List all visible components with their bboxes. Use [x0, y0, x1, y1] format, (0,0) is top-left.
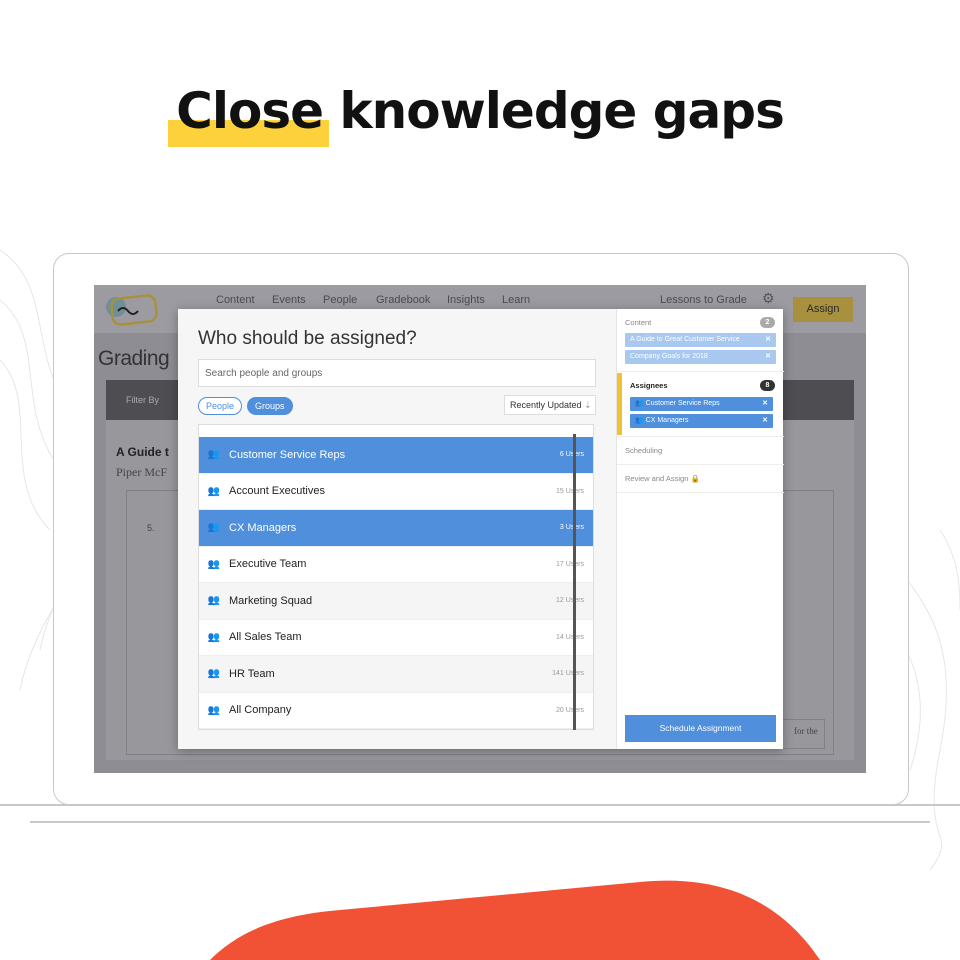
nav-gradebook[interactable]: Gradebook — [376, 294, 430, 306]
assignees-count-badge: 8 — [760, 380, 775, 391]
search-input[interactable]: Search people and groups — [198, 359, 596, 387]
nav-people[interactable]: People — [323, 294, 357, 306]
modal-title: Who should be assigned? — [198, 328, 417, 349]
remove-icon[interactable]: ✕ — [762, 397, 768, 411]
group-row[interactable]: 👥 All Company 20 Users — [199, 693, 593, 729]
group-name: Executive Team — [229, 558, 307, 571]
group-row[interactable]: 👥 Marketing Squad 12 Users — [199, 583, 593, 620]
group-row[interactable]: 👥 HR Team 141 Users — [199, 656, 593, 693]
group-icon: 👥 — [207, 522, 221, 534]
scheduling-step[interactable]: Scheduling — [625, 446, 662, 455]
logo-icon — [106, 294, 158, 326]
assignee-chip: 👥 CX Managers ✕ — [630, 414, 773, 428]
list-scrollbar[interactable] — [573, 434, 576, 730]
remove-icon[interactable]: ✕ — [762, 414, 768, 428]
active-step-indicator — [617, 373, 622, 435]
group-name: CX Managers — [229, 521, 297, 534]
decorative-orange-blob — [210, 880, 820, 960]
content-label: Content — [625, 318, 652, 327]
group-name: HR Team — [229, 667, 275, 680]
page-title: Grading — [98, 347, 170, 370]
assign-button[interactable]: Assign — [793, 297, 853, 322]
divider — [617, 436, 784, 437]
content-count-badge: 2 — [760, 317, 775, 328]
group-list: 👥 Customer Service Reps 6 Users 👥 Account Ex… — [198, 424, 594, 730]
nav-events[interactable]: Events — [272, 294, 306, 306]
nav-content[interactable]: Content — [216, 294, 255, 306]
group-name: Customer Service Reps — [229, 448, 346, 461]
tab-people[interactable]: People — [198, 397, 243, 415]
review-step[interactable]: Review and Assign 🔒 — [625, 474, 700, 483]
group-icon: 👥 — [207, 595, 221, 607]
group-row[interactable]: 👥 Executive Team 17 Users — [199, 547, 593, 583]
group-icon: 👥 — [207, 485, 221, 497]
group-icon: 👥 — [635, 400, 644, 407]
group-name: All Sales Team — [229, 631, 302, 644]
row-number: 5. — [147, 523, 155, 533]
remove-icon[interactable]: ✕ — [765, 350, 771, 364]
content-chip: A Guide to Great Customer Service ✕ — [625, 333, 776, 347]
nav-learn[interactable]: Learn — [502, 294, 530, 306]
group-user-count: 6 Users — [559, 451, 584, 459]
review-label: Review and Assign — [625, 474, 689, 483]
app-screen: Content Events People Gradebook Insights… — [94, 285, 866, 773]
nav-insights[interactable]: Insights — [447, 294, 485, 306]
assignee-chip-label: Customer Service Reps — [645, 400, 720, 407]
group-row[interactable]: 👥 All Sales Team 14 Users — [199, 620, 593, 656]
sort-icon: ⇣ — [584, 400, 592, 410]
assignees-label: Assignees — [630, 381, 668, 390]
group-name: All Company — [229, 704, 292, 717]
headline: Close knowledge gaps — [0, 82, 960, 140]
group-icon: 👥 — [207, 704, 221, 716]
headline-highlight: Close — [176, 82, 324, 140]
laptop-base-bottom — [30, 821, 930, 823]
sort-dropdown[interactable]: Recently Updated ⇣ — [504, 395, 596, 415]
assignee-chip-label: CX Managers — [645, 417, 689, 424]
laptop-base — [0, 804, 960, 806]
content-chip: Company Goals for 2018 ✕ — [625, 350, 776, 364]
tab-groups[interactable]: Groups — [247, 397, 293, 415]
group-name: Account Executives — [229, 485, 325, 498]
group-row[interactable]: 👥 Account Executives 15 Users — [199, 474, 593, 510]
divider — [617, 371, 784, 372]
assignee-chip: 👥 Customer Service Reps ✕ — [630, 397, 773, 411]
group-icon: 👥 — [207, 449, 221, 461]
assign-modal: Who should be assigned? Search people an… — [178, 309, 784, 749]
group-user-count: 3 Users — [559, 524, 584, 532]
content-chip-label: A Guide to Great Customer Service — [630, 336, 740, 343]
content-chip-label: Company Goals for 2018 — [630, 353, 708, 360]
lessons-to-grade-link[interactable]: Lessons to Grade — [660, 294, 747, 306]
guide-title: A Guide t — [116, 445, 169, 459]
lock-icon: 🔒 — [690, 474, 700, 483]
group-name: Marketing Squad — [229, 594, 313, 607]
sort-label: Recently Updated — [510, 400, 582, 410]
headline-rest: knowledge gaps — [323, 82, 784, 140]
group-icon: 👥 — [207, 631, 221, 643]
assignment-sidebar: Content 2 A Guide to Great Customer Serv… — [616, 309, 784, 749]
divider — [617, 464, 784, 465]
remove-icon[interactable]: ✕ — [765, 333, 771, 347]
group-icon: 👥 — [635, 417, 644, 424]
author-name: Piper McF — [116, 465, 167, 479]
group-row[interactable]: 👥 CX Managers 3 Users — [199, 510, 593, 547]
gear-icon[interactable]: ⚙ — [762, 290, 775, 307]
group-icon: 👥 — [207, 558, 221, 570]
group-icon: 👥 — [207, 668, 221, 680]
schedule-assignment-button[interactable]: Schedule Assignment — [625, 715, 776, 742]
filter-by-label: Filter By — [126, 395, 160, 405]
divider — [617, 492, 784, 493]
group-row[interactable]: 👥 Customer Service Reps 6 Users — [199, 437, 593, 474]
